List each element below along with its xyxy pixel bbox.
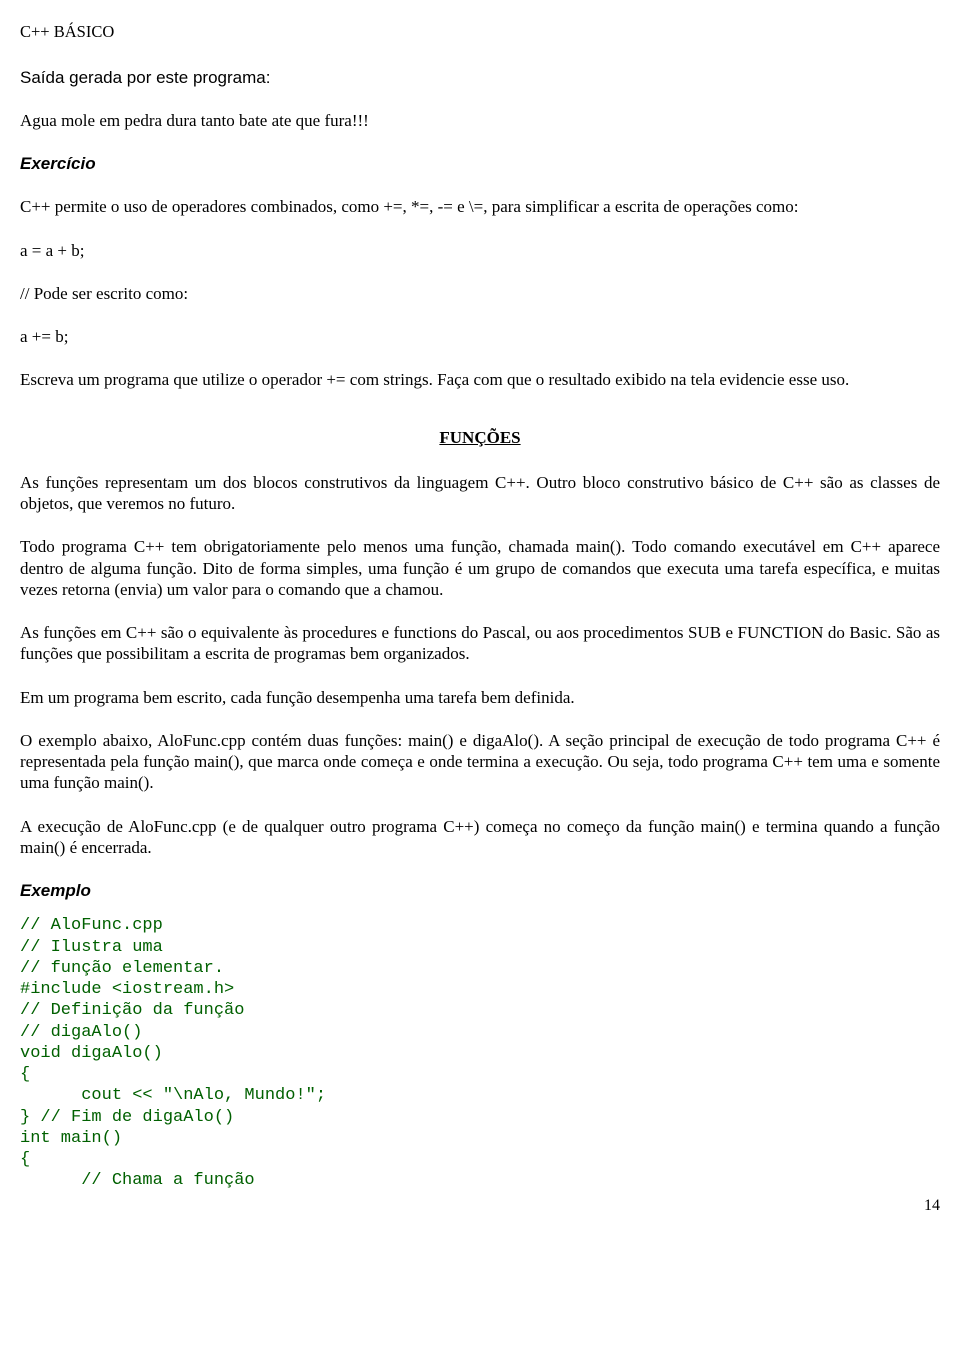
page-number: 14 <box>20 1196 940 1216</box>
exercise-heading: Exercício <box>20 153 940 174</box>
output-label: Saída gerada por este programa: <box>20 67 940 88</box>
exercise-code-line-2: // Pode ser escrito como: <box>20 283 940 304</box>
exercise-code-line-3: a += b; <box>20 326 940 347</box>
exercise-code-line-1: a = a + b; <box>20 240 940 261</box>
code-block: // AloFunc.cpp // Ilustra uma // função … <box>20 915 940 1191</box>
body-paragraph-3: As funções em C++ são o equivalente às p… <box>20 622 940 665</box>
exercise-paragraph-1: C++ permite o uso de operadores combinad… <box>20 196 940 217</box>
section-heading-funcoes: FUNÇÕES <box>20 427 940 448</box>
program-output: Agua mole em pedra dura tanto bate ate q… <box>20 110 940 131</box>
body-paragraph-4: Em um programa bem escrito, cada função … <box>20 687 940 708</box>
example-heading: Exemplo <box>20 880 940 901</box>
body-paragraph-6: A execução de AloFunc.cpp (e de qualquer… <box>20 816 940 859</box>
body-paragraph-2: Todo programa C++ tem obrigatoriamente p… <box>20 536 940 600</box>
page-header: C++ BÁSICO <box>20 22 940 43</box>
body-paragraph-5: O exemplo abaixo, AloFunc.cpp contém dua… <box>20 730 940 794</box>
body-paragraph-1: As funções representam um dos blocos con… <box>20 472 940 515</box>
exercise-paragraph-2: Escreva um programa que utilize o operad… <box>20 369 940 390</box>
